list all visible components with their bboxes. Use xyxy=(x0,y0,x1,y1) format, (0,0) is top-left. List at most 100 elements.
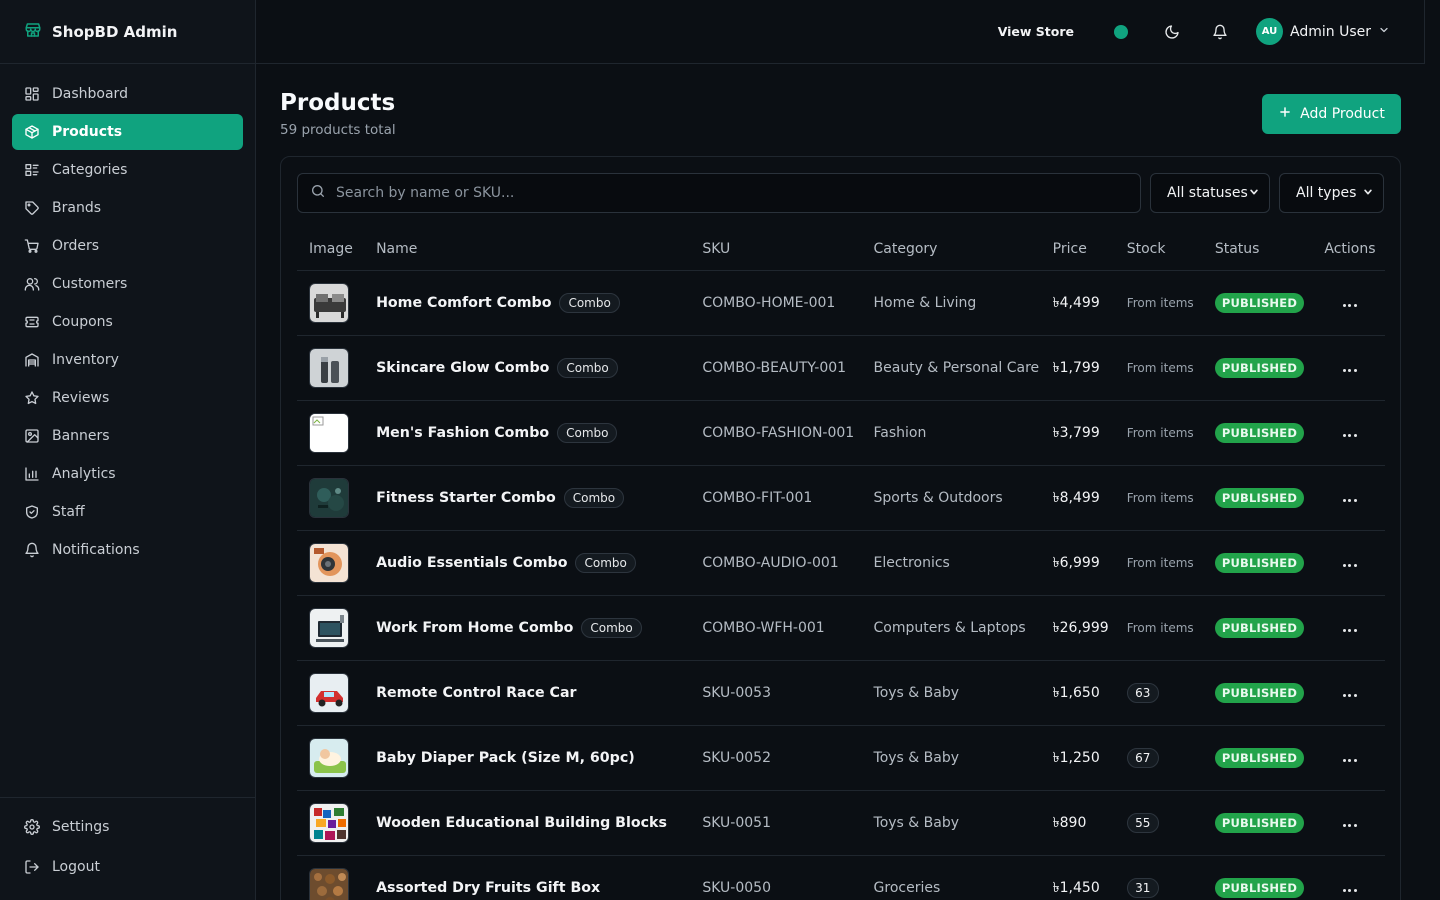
sku-cell: SKU-0050 xyxy=(702,855,874,900)
table-row[interactable]: Audio Essentials Combo Combo COMBO-AUDIO-0… xyxy=(297,530,1385,596)
more-actions-icon[interactable] xyxy=(1342,693,1357,697)
status-select-value: All statuses xyxy=(1167,185,1248,201)
sidebar-item-orders[interactable]: Orders xyxy=(12,228,243,264)
product-name[interactable]: Fitness Starter Combo xyxy=(376,490,556,506)
sidebar-item-logout[interactable]: Logout xyxy=(12,848,243,886)
product-thumbnail[interactable] xyxy=(309,867,349,900)
product-thumbnail[interactable] xyxy=(309,542,349,583)
page-header: Products 59 products total Add Product xyxy=(280,64,1401,156)
product-name[interactable]: Home Comfort Combo xyxy=(376,295,551,311)
status-select[interactable]: All statuses xyxy=(1150,173,1270,213)
brand[interactable]: ShopBD Admin xyxy=(0,0,255,64)
moon-icon[interactable] xyxy=(1162,22,1182,42)
product-price: ৳1,450 xyxy=(1052,879,1100,896)
stock-cell: 31 xyxy=(1126,855,1215,900)
table-row[interactable]: Home Comfort Combo Combo COMBO-HOME-001 Hom… xyxy=(297,270,1385,336)
status-cell: PUBLISHED xyxy=(1214,660,1315,726)
product-category: Groceries xyxy=(873,879,941,896)
sidebar-item-notifications[interactable]: Notifications xyxy=(12,532,243,568)
product-name[interactable]: Remote Control Race Car xyxy=(376,685,576,701)
product-category: Toys & Baby xyxy=(873,814,960,831)
price-cell: ৳3,799 xyxy=(1052,400,1127,466)
name-cell: Work From Home Combo Combo xyxy=(376,595,703,661)
table-row[interactable]: Baby Diaper Pack (Size M, 60pc) SKU-0052 T… xyxy=(297,725,1385,791)
sidebar-item-label: Products xyxy=(52,124,123,140)
price-cell: ৳1,250 xyxy=(1052,725,1127,791)
more-actions-icon[interactable] xyxy=(1342,888,1357,892)
name-cell: Skincare Glow Combo Combo xyxy=(376,335,703,401)
image-icon xyxy=(24,428,40,444)
sidebar-item-coupons[interactable]: Coupons xyxy=(12,304,243,340)
table-row[interactable]: Wooden Educational Building Blocks SKU-00… xyxy=(297,790,1385,856)
sidebar-item-customers[interactable]: Customers xyxy=(12,266,243,302)
table-row[interactable]: Fitness Starter Combo Combo COMBO-FIT-001 S… xyxy=(297,465,1385,531)
name-cell: Baby Diaper Pack (Size M, 60pc) xyxy=(376,725,703,791)
product-thumbnail[interactable] xyxy=(309,607,349,648)
product-name[interactable]: Work From Home Combo xyxy=(376,620,573,636)
table-row[interactable]: Assorted Dry Fruits Gift Box SKU-0050 Groc… xyxy=(297,855,1385,900)
product-sku: SKU-0053 xyxy=(702,684,771,701)
sidebar-item-inventory[interactable]: Inventory xyxy=(12,342,243,378)
product-name[interactable]: Assorted Dry Fruits Gift Box xyxy=(376,880,600,896)
more-actions-icon[interactable] xyxy=(1342,823,1357,827)
more-actions-icon[interactable] xyxy=(1342,368,1357,372)
product-thumbnail[interactable] xyxy=(309,347,349,388)
product-name[interactable]: Wooden Educational Building Blocks xyxy=(376,815,667,831)
product-name[interactable]: Baby Diaper Pack (Size M, 60pc) xyxy=(376,750,635,766)
actions-cell xyxy=(1314,725,1385,791)
product-price: ৳4,499 xyxy=(1052,294,1100,311)
more-actions-icon[interactable] xyxy=(1342,303,1357,307)
product-thumbnail[interactable] xyxy=(309,672,349,713)
sidebar-item-analytics[interactable]: Analytics xyxy=(12,456,243,492)
table-row[interactable]: Remote Control Race Car SKU-0053 Toys & Ba… xyxy=(297,660,1385,726)
sidebar-item-categories[interactable]: Categories xyxy=(12,152,243,188)
more-actions-icon[interactable] xyxy=(1342,563,1357,567)
product-thumbnail[interactable] xyxy=(309,282,349,323)
sku-cell: SKU-0052 xyxy=(702,725,874,791)
table-row[interactable]: Men's Fashion Combo Combo COMBO-FASHION-00… xyxy=(297,400,1385,466)
column-header-category: Category xyxy=(873,229,1053,271)
bell-icon[interactable] xyxy=(1210,22,1230,42)
search-input[interactable]: Search by name or SKU... xyxy=(297,173,1141,213)
sidebar-item-reviews[interactable]: Reviews xyxy=(12,380,243,416)
sidebar-item-staff[interactable]: Staff xyxy=(12,494,243,530)
sku-cell: COMBO-HOME-001 xyxy=(702,270,874,336)
more-actions-icon[interactable] xyxy=(1342,628,1357,632)
table-header-row: Image Name SKU Category Price Stock Stat… xyxy=(297,229,1385,271)
sidebar-item-brands[interactable]: Brands xyxy=(12,190,243,226)
tag-icon xyxy=(24,200,40,216)
stock-text: From items xyxy=(1126,425,1194,440)
product-name[interactable]: Audio Essentials Combo xyxy=(376,555,567,571)
user-menu[interactable]: AU Admin User xyxy=(1256,18,1390,45)
table-row[interactable]: Work From Home Combo Combo COMBO-WFH-001 Co… xyxy=(297,595,1385,661)
column-header-name: Name xyxy=(376,229,703,271)
add-product-button[interactable]: Add Product xyxy=(1262,94,1401,134)
product-name[interactable]: Skincare Glow Combo xyxy=(376,360,549,376)
product-thumbnail[interactable] xyxy=(309,477,349,518)
product-category: Home & Living xyxy=(873,294,977,311)
plus-icon xyxy=(1278,105,1292,123)
more-actions-icon[interactable] xyxy=(1342,498,1357,502)
product-thumbnail[interactable] xyxy=(309,737,349,778)
product-name[interactable]: Men's Fashion Combo xyxy=(376,425,549,441)
combo-badge: Combo xyxy=(557,422,618,443)
more-actions-icon[interactable] xyxy=(1342,433,1357,437)
status-badge: PUBLISHED xyxy=(1214,617,1305,638)
view-store-link[interactable]: View Store xyxy=(998,24,1074,39)
combo-badge: Combo xyxy=(581,617,642,638)
sidebar-item-label: Notifications xyxy=(52,542,140,558)
sku-cell: SKU-0051 xyxy=(702,790,874,856)
sidebar-item-dashboard[interactable]: Dashboard xyxy=(12,76,243,112)
table-row[interactable]: Skincare Glow Combo Combo COMBO-BEAUTY-001… xyxy=(297,335,1385,401)
more-actions-icon[interactable] xyxy=(1342,758,1357,762)
actions-cell xyxy=(1314,335,1385,401)
status-cell: PUBLISHED xyxy=(1214,855,1315,900)
sidebar-item-banners[interactable]: Banners xyxy=(12,418,243,454)
sidebar-item-products[interactable]: Products xyxy=(12,114,243,150)
sidebar-item-settings[interactable]: Settings xyxy=(12,808,243,846)
stock-count-badge: 63 xyxy=(1126,682,1159,703)
product-thumbnail[interactable] xyxy=(309,802,349,843)
product-thumbnail[interactable] xyxy=(309,412,349,453)
category-cell: Toys & Baby xyxy=(873,660,1053,726)
type-select[interactable]: All types xyxy=(1279,173,1384,213)
